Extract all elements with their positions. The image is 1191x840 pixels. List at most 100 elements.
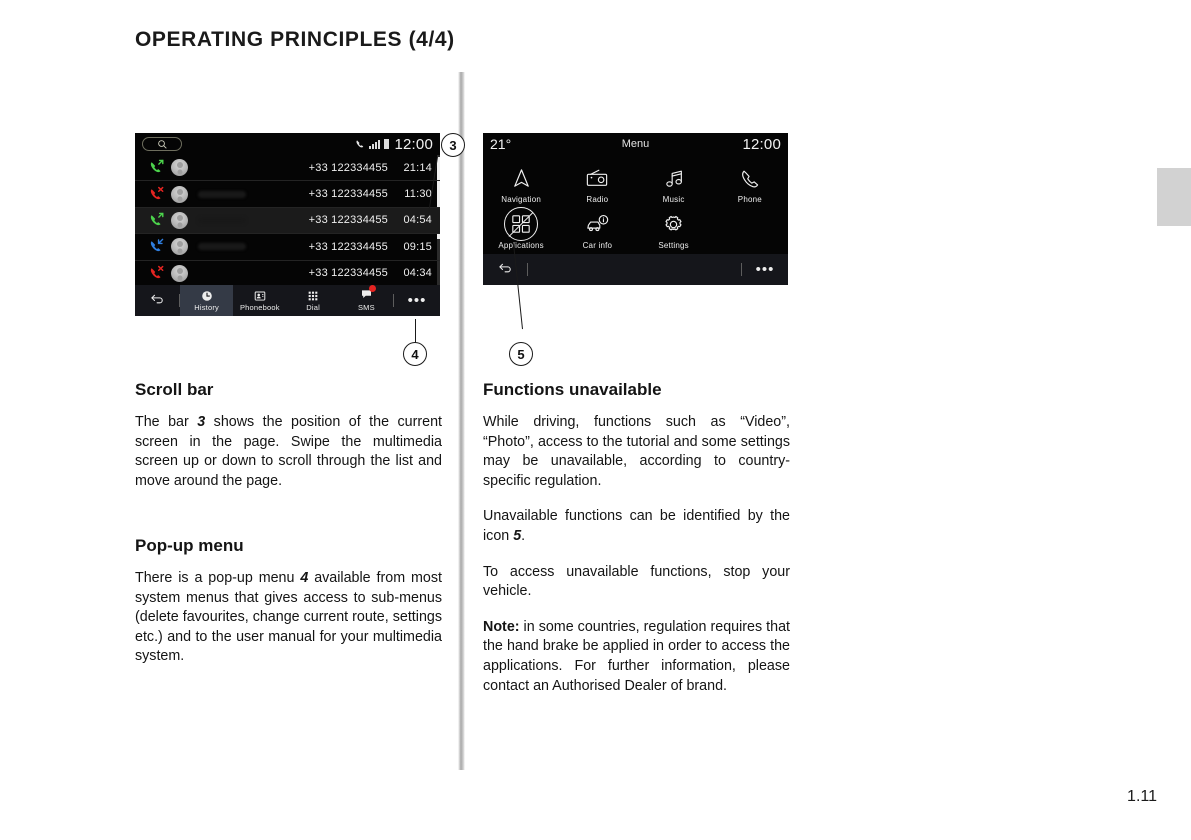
heading-scroll-bar: Scroll bar xyxy=(135,380,214,399)
heading-functions-unavailable: Functions unavailable xyxy=(483,380,662,399)
tab-phonebook[interactable]: Phonebook xyxy=(233,285,286,316)
search-icon[interactable] xyxy=(142,137,182,151)
note-label: Note: xyxy=(483,618,520,635)
paragraph-scroll-bar: The bar 3 shows the position of the curr… xyxy=(135,413,442,491)
section-functions-unavailable: Functions unavailable While driving, fun… xyxy=(483,380,790,696)
avatar xyxy=(171,159,188,177)
car-info-icon xyxy=(585,211,610,237)
avatar xyxy=(171,238,188,256)
tab-dial[interactable]: Dial xyxy=(287,285,340,316)
call-history-list[interactable]: +33 122334455 21:14 +33 122334455 11:30 +33 … xyxy=(135,155,440,287)
text-part: There is a pop-up menu xyxy=(135,570,301,586)
sms-unread-badge xyxy=(368,284,376,292)
tab-history[interactable]: History xyxy=(180,285,234,316)
back-arrow-glyph xyxy=(150,294,163,304)
popup-menu-button[interactable]: ••• xyxy=(742,262,788,277)
menu-tile-label: Music xyxy=(662,195,685,204)
call-history-row[interactable]: +33 122334455 09:15 xyxy=(135,234,440,261)
paragraph-note: Note: in some countries, regulation requ… xyxy=(483,618,790,696)
call-direction-icon xyxy=(149,159,168,176)
section-scroll-bar: Scroll bar The bar 3 shows the position … xyxy=(135,380,442,491)
menu-tile-settings[interactable]: Settings xyxy=(636,207,712,253)
text-part: in some countries, regulation requires t… xyxy=(483,618,790,694)
tab-label: History xyxy=(194,303,219,312)
avatar xyxy=(171,211,188,229)
text-part: Unavailable functions can be identified … xyxy=(483,508,790,544)
menu-screen-title: Menu xyxy=(621,138,650,150)
menu-tile-car-info[interactable]: Car info xyxy=(559,207,635,253)
status-clock: 12:00 xyxy=(742,135,781,153)
back-arrow-icon[interactable] xyxy=(135,292,179,309)
menu-tile-label: Applications xyxy=(498,241,544,250)
call-phone-number: +33 122334455 xyxy=(308,161,388,174)
keypad-icon xyxy=(307,289,319,302)
phone-bottom-toolbar[interactable]: History Phonebook Dial SMS ••• xyxy=(135,284,440,316)
status-clock: 12:00 xyxy=(394,135,433,153)
call-direction-icon xyxy=(149,186,168,203)
contact-name-masked xyxy=(198,216,246,224)
menu-tile-label: Car info xyxy=(582,241,613,250)
right-column: 21° Menu 12:00 Navigation Radio Music Phone… xyxy=(483,133,790,366)
section-popup-menu: Pop-up menu There is a pop-up menu 4 ava… xyxy=(135,536,442,667)
menu-tile-label: Phone xyxy=(737,195,762,204)
call-phone-number: +33 122334455 xyxy=(308,188,388,201)
menu-bottom-toolbar[interactable]: ••• xyxy=(483,254,788,285)
page-number: 1.11 xyxy=(1127,788,1157,805)
callout-5: 5 xyxy=(509,342,533,366)
paragraph-popup-menu: There is a pop-up menu 4 available from … xyxy=(135,569,442,667)
music-note-icon xyxy=(663,165,685,191)
clock-icon xyxy=(201,289,213,302)
phone-status-bar: 12:00 xyxy=(135,133,440,155)
magnifier-glyph xyxy=(157,139,167,149)
call-direction-icon xyxy=(149,212,168,229)
menu-tile-phone[interactable]: Phone xyxy=(712,161,788,207)
tab-sms[interactable]: SMS xyxy=(340,284,393,316)
call-time: 09:15 xyxy=(403,240,432,253)
menu-tile-radio[interactable]: Radio xyxy=(559,161,635,207)
main-menu-screen[interactable]: 21° Menu 12:00 Navigation Radio Music Phone… xyxy=(483,133,788,285)
callout-3: 3 xyxy=(441,133,465,157)
phone-handset-icon xyxy=(739,165,761,191)
call-time: 04:34 xyxy=(403,267,432,280)
menu-tile-label: Navigation xyxy=(501,195,542,204)
contact-name-masked xyxy=(198,243,246,251)
battery-icon xyxy=(384,139,390,149)
text-part: The bar xyxy=(135,414,198,430)
contact-name-masked xyxy=(198,190,246,198)
menu-tile-navigation[interactable]: Navigation xyxy=(483,161,559,207)
text-part: . xyxy=(521,527,526,544)
call-phone-number: +33 122334455 xyxy=(308,240,388,253)
ref-number-3: 3 xyxy=(197,414,206,430)
gear-icon xyxy=(662,211,685,237)
call-phone-number: +33 122334455 xyxy=(308,267,388,280)
back-arrow-icon[interactable] xyxy=(483,261,527,278)
call-time: 11:30 xyxy=(404,188,432,201)
message-bubble-icon xyxy=(360,284,376,302)
menu-tile-grid[interactable]: Navigation Radio Music Phone Applications Car… xyxy=(483,155,788,253)
menu-tile-label: Radio xyxy=(586,195,609,204)
menu-tile-applications[interactable]: Applications xyxy=(483,207,559,253)
call-time: 21:14 xyxy=(403,161,432,174)
call-direction-icon xyxy=(149,265,168,282)
back-arrow-glyph xyxy=(498,263,511,273)
callout-4: 4 xyxy=(403,342,427,366)
contact-card-icon xyxy=(254,289,266,302)
paragraph-stop-vehicle: To access unavailable functions, stop yo… xyxy=(483,563,790,600)
menu-tile-music[interactable]: Music xyxy=(636,161,712,207)
margin-thumb-tab xyxy=(1157,168,1191,226)
phone-history-screen[interactable]: 12:00 +33 122334455 21:14 +33 122334455 11:… xyxy=(135,133,440,316)
call-history-row[interactable]: +33 122334455 04:54 xyxy=(135,207,440,235)
call-history-row[interactable]: +33 122334455 21:14 xyxy=(135,155,440,182)
paragraph-driving-restrictions: While driving, functions such as “Video”… xyxy=(483,414,790,489)
ref-number-5: 5 xyxy=(513,527,522,544)
tab-label: Dial xyxy=(306,303,320,312)
call-history-row[interactable]: +33 122334455 04:34 xyxy=(135,261,440,287)
call-time: 04:54 xyxy=(403,214,432,227)
popup-menu-button[interactable]: ••• xyxy=(394,293,440,308)
call-history-row[interactable]: +33 122334455 11:30 xyxy=(135,181,440,208)
signal-bars-icon xyxy=(369,140,381,149)
phone-handset-icon xyxy=(356,140,364,148)
avatar xyxy=(171,185,188,203)
column-divider xyxy=(458,72,465,770)
page-title: OPERATING PRINCIPLES (4/4) xyxy=(135,28,455,51)
